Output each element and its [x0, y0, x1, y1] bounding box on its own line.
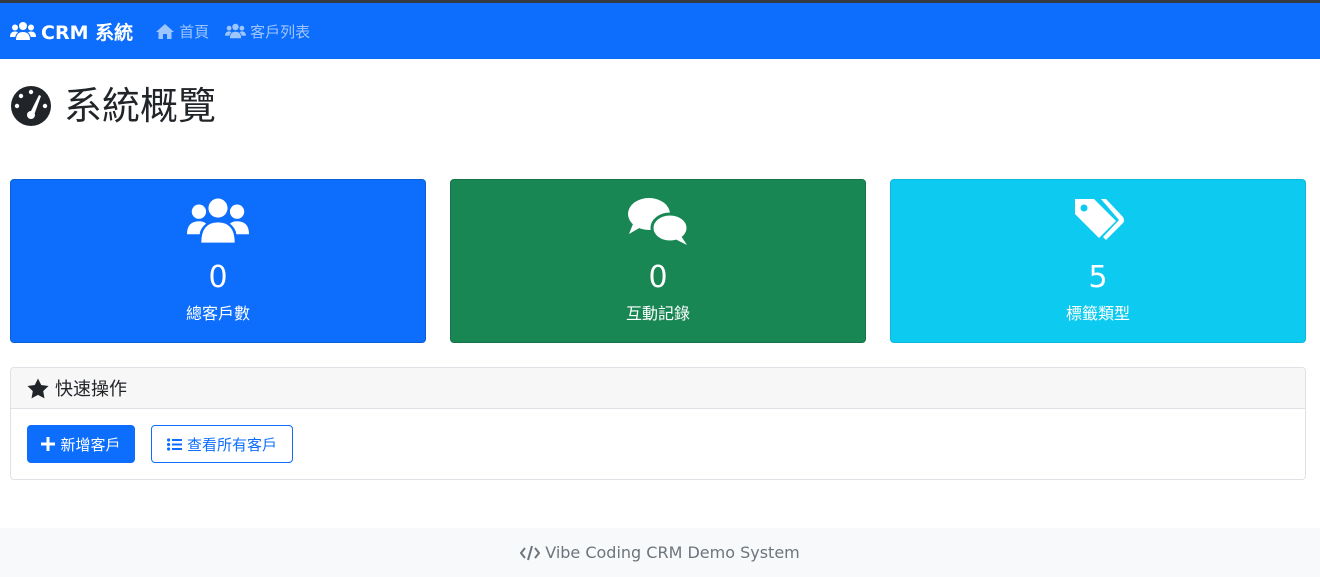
page-title-text: 系統概覽: [64, 84, 217, 128]
users-icon: [187, 198, 249, 243]
footer: Vibe Coding CRM Demo System: [0, 528, 1320, 577]
stat-card-interactions: 0 互動記錄: [450, 179, 866, 343]
view-all-customers-label: 查看所有客戶: [186, 435, 277, 454]
dashboard-gauge-icon: [11, 86, 51, 126]
plus-icon: [41, 437, 56, 451]
stat-label-total-customers: 總客戶數: [185, 304, 250, 323]
stat-value-total-customers: 0: [208, 260, 228, 295]
view-all-customers-button[interactable]: 查看所有客戶: [151, 425, 293, 463]
navbar-brand[interactable]: CRM 系統: [10, 18, 133, 45]
users-icon: [10, 22, 36, 40]
comments-icon: [628, 198, 689, 245]
home-icon: [156, 23, 175, 39]
nav-link-customers-label: 客戶列表: [250, 22, 311, 41]
tags-icon: [1075, 199, 1124, 240]
page-title: 系統概覽: [10, 85, 216, 127]
quick-actions-title: 快速操作: [55, 379, 127, 400]
nav-link-home-label: 首頁: [179, 22, 210, 41]
star-icon: [27, 378, 49, 398]
brand-label: CRM 系統: [41, 21, 134, 44]
quick-actions-header: 快速操作: [11, 368, 1305, 409]
stat-label-tag-types: 標籤類型: [1065, 304, 1130, 323]
stat-value-interactions: 0: [648, 260, 668, 295]
stat-value-tag-types: 5: [1088, 260, 1108, 295]
users-icon: [225, 23, 247, 39]
list-icon: [166, 437, 182, 451]
footer-text: Vibe Coding CRM Demo System: [545, 543, 800, 562]
nav-link-home[interactable]: 首頁: [155, 21, 209, 42]
nav-link-customers[interactable]: 客戶列表: [225, 21, 310, 42]
navbar: CRM 系統 首頁 客戶列表: [0, 3, 1320, 59]
add-customer-button[interactable]: 新增客戶: [27, 425, 135, 463]
quick-actions-card: 快速操作 新增客戶 查看所有客戶: [10, 367, 1306, 480]
stat-card-tag-types: 5 標籤類型: [890, 179, 1306, 343]
stat-label-interactions: 互動記錄: [625, 304, 690, 323]
add-customer-label: 新增客戶: [60, 435, 121, 454]
code-icon: [520, 545, 541, 560]
stat-card-total-customers: 0 總客戶數: [10, 179, 426, 343]
